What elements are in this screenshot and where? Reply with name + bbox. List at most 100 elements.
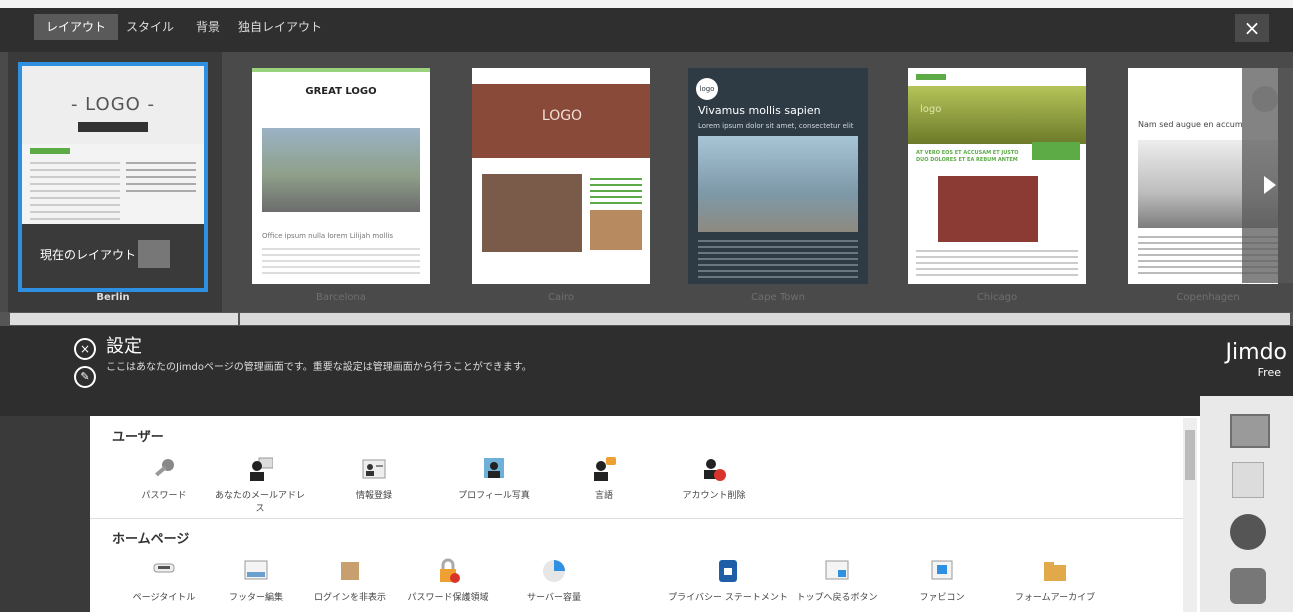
settings-item-form-archive[interactable]: フォームアーカイブ bbox=[1000, 558, 1110, 603]
tab-background[interactable]: 背景 bbox=[184, 14, 232, 40]
settings-description: ここはあなたのJimdoページの管理画面です。重要な設定は管理画面から行うことが… bbox=[106, 362, 532, 373]
template-cairo[interactable]: LOGO bbox=[472, 68, 650, 284]
template-label-cairo: Cairo bbox=[548, 292, 574, 303]
panel-scroll-thumb[interactable] bbox=[1185, 430, 1195, 480]
template-headline: Vivamus mollis sapien bbox=[698, 104, 821, 117]
settings-title: 設定 bbox=[106, 336, 142, 357]
item-label: ファビコン bbox=[919, 593, 965, 603]
settings-item-profile-photo[interactable]: プロフィール写真 bbox=[444, 456, 544, 501]
item-label: ログインを非表示 bbox=[313, 593, 386, 603]
settings-header: × ✎ 設定 ここはあなたのJimdoページの管理画面です。重要な設定は管理画面… bbox=[0, 326, 1293, 416]
right-toolbar bbox=[1200, 396, 1293, 612]
settings-circle-icon[interactable] bbox=[1252, 86, 1278, 112]
id-card-icon bbox=[361, 456, 387, 482]
left-backdrop bbox=[0, 416, 90, 612]
item-label: パスワード bbox=[141, 491, 187, 501]
template-subheadline: Lorem ipsum dolor sit amet, consectetur … bbox=[698, 122, 854, 130]
template-chicago[interactable]: logo AT VERO EOS ET ACCUSAM ET JUSTO DUO… bbox=[908, 68, 1086, 284]
settings-item-email[interactable]: あなたのメールアドレス bbox=[214, 456, 306, 514]
item-label: フォームアーカイブ bbox=[1014, 593, 1096, 603]
template-barcelona[interactable]: GREAT LOGO Office ipsum nulla lorem Lili… bbox=[252, 68, 430, 284]
back-to-top-icon bbox=[824, 558, 850, 584]
item-label: 言語 bbox=[594, 491, 613, 501]
delete-account-icon bbox=[701, 456, 727, 482]
item-label: 情報登録 bbox=[355, 491, 392, 501]
carousel-next-button[interactable] bbox=[1242, 68, 1293, 283]
side-text bbox=[590, 178, 642, 208]
bike-image bbox=[482, 174, 582, 252]
template-headline: AT VERO EOS ET ACCUSAM ET JUSTO DUO DOLO… bbox=[916, 150, 1019, 163]
accent-box bbox=[1032, 142, 1080, 160]
text-lines bbox=[262, 248, 420, 276]
close-settings-icon[interactable]: × bbox=[74, 338, 96, 360]
plan-label: Free bbox=[1257, 366, 1281, 379]
text-lines bbox=[916, 250, 1078, 278]
section-title-user: ユーザー bbox=[112, 430, 164, 445]
section-title-homepage: ホームページ bbox=[112, 532, 190, 547]
profile-photo-icon bbox=[481, 456, 507, 482]
jimdo-logo: Jimdo bbox=[1225, 340, 1287, 365]
pelican-image bbox=[698, 136, 858, 232]
settings-item-footer[interactable]: フッター編集 bbox=[206, 558, 306, 603]
page-title-icon bbox=[151, 558, 177, 584]
item-label: プロフィール写真 bbox=[458, 491, 530, 501]
folder-icon bbox=[1042, 558, 1068, 584]
tab-custom-layout[interactable]: 独自レイアウト bbox=[226, 14, 334, 40]
item-label: ページタイトル bbox=[132, 593, 196, 603]
settings-item-page-title[interactable]: ページタイトル bbox=[114, 558, 214, 603]
settings-item-server-capacity[interactable]: サーバー容量 bbox=[504, 558, 604, 603]
item-label: トップへ戻るボタン bbox=[796, 593, 878, 603]
footer-icon bbox=[243, 558, 269, 584]
tab-style[interactable]: スタイル bbox=[114, 14, 186, 40]
arrow-right-icon bbox=[1264, 176, 1276, 194]
carousel-scroll-track bbox=[240, 313, 1290, 325]
settings-item-language[interactable]: 言語 bbox=[554, 456, 654, 501]
settings-item-favicon[interactable]: ファビコン bbox=[892, 558, 992, 603]
settings-item-info[interactable]: 情報登録 bbox=[324, 456, 424, 501]
settings-item-password-area[interactable]: パスワード保護領域 bbox=[398, 558, 498, 603]
nav-bar bbox=[916, 74, 946, 80]
hero-image bbox=[262, 128, 420, 212]
template-label-barcelona: Barcelona bbox=[316, 292, 366, 303]
user-mail-icon bbox=[247, 456, 274, 482]
text-lines bbox=[698, 240, 858, 278]
template-logo: logo bbox=[920, 104, 942, 115]
favicon-icon bbox=[929, 558, 955, 584]
edit-icon[interactable]: ✎ bbox=[74, 366, 96, 388]
settings-item-password[interactable]: パスワード bbox=[114, 456, 214, 501]
template-headline: Office ipsum nulla lorem Lilijah mollis bbox=[262, 232, 393, 240]
layout-toolbar: レイアウト スタイル 背景 独自レイアウト × bbox=[0, 0, 1293, 52]
carousel-scroll-thumb[interactable] bbox=[10, 313, 238, 325]
template-logo: GREAT LOGO bbox=[305, 86, 377, 97]
side-image bbox=[590, 210, 642, 250]
template-logo: LOGO bbox=[541, 108, 583, 124]
hero-image bbox=[908, 86, 1086, 144]
layout-icon[interactable] bbox=[1230, 414, 1270, 448]
template-label-chicago: Chicago bbox=[976, 292, 1018, 303]
template-label-cape-town: Cape Town bbox=[751, 292, 805, 303]
key-icon bbox=[151, 456, 177, 482]
lock-icon bbox=[435, 558, 461, 584]
section-divider bbox=[90, 518, 1185, 519]
item-label: プライバシー ステートメント bbox=[668, 593, 788, 603]
settings-item-privacy[interactable]: プライバシー ステートメント bbox=[668, 558, 788, 603]
template-logo: logo bbox=[696, 78, 718, 100]
selected-template-border bbox=[18, 62, 208, 292]
settings-item-hide-login[interactable]: ログインを非表示 bbox=[300, 558, 400, 603]
privacy-icon bbox=[715, 558, 741, 584]
brush-icon[interactable] bbox=[1232, 462, 1264, 498]
template-label-copenhagen: Copenhagen bbox=[1176, 292, 1240, 303]
close-icon[interactable]: × bbox=[1235, 14, 1269, 42]
settings-item-back-to-top[interactable]: トップへ戻るボタン bbox=[782, 558, 892, 603]
item-label: フッター編集 bbox=[228, 593, 283, 603]
template-cape-town[interactable]: logo Vivamus mollis sapien Lorem ipsum d… bbox=[688, 68, 868, 284]
top-strip bbox=[0, 0, 1293, 8]
package-icon[interactable] bbox=[1230, 568, 1266, 604]
item-label: サーバー容量 bbox=[527, 593, 581, 603]
settings-item-delete-account[interactable]: アカウント削除 bbox=[664, 456, 764, 501]
feature-image bbox=[938, 176, 1038, 242]
tab-layout[interactable]: レイアウト bbox=[34, 14, 119, 40]
speaker-icon[interactable] bbox=[1230, 514, 1266, 550]
item-label: パスワード保護領域 bbox=[407, 593, 489, 603]
language-icon bbox=[591, 456, 617, 482]
